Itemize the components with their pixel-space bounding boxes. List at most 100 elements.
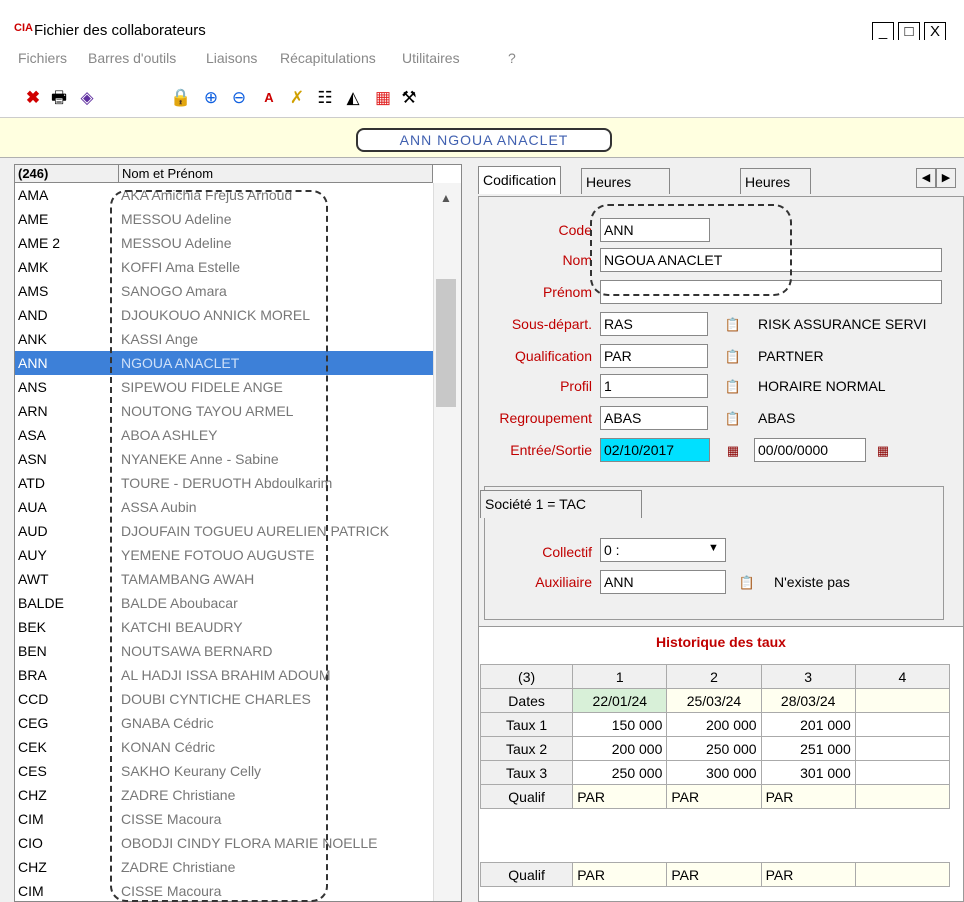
table-cell[interactable]: Taux 3 (479, 760, 574, 785)
menu-recapitulations[interactable]: Récapitulations (280, 50, 376, 66)
sous-depart-field[interactable]: RAS (600, 312, 708, 336)
sortie-date-field[interactable]: 00/00/0000 (754, 438, 866, 462)
table-row: Taux 1 150 000 200 000 201 000 (479, 712, 951, 737)
remove-circle-icon[interactable]: ⊖ (228, 87, 250, 109)
scroll-up-icon[interactable]: ▲ (440, 191, 452, 205)
list-name-header[interactable]: Nom et Prénom (119, 165, 433, 183)
book-icon[interactable]: ◈ (76, 87, 98, 109)
table-cell[interactable]: 25/03/24 (666, 688, 762, 713)
table-cell[interactable]: PAR (572, 862, 668, 887)
list-item-code: ATD (18, 475, 45, 491)
table-cell[interactable] (854, 760, 951, 785)
add-circle-icon[interactable]: ⊕ (200, 87, 222, 109)
table-cell[interactable]: Qualif (479, 784, 574, 809)
table-cell[interactable]: 2 (666, 664, 762, 689)
table-cell[interactable]: (3) (479, 664, 574, 689)
menu-liaisons[interactable]: Liaisons (206, 50, 257, 66)
table-cell[interactable]: 200 000 (666, 712, 762, 737)
menu-help[interactable]: ? (508, 50, 516, 66)
list-scrollbar[interactable]: ▲ (433, 183, 461, 901)
close-button[interactable]: X (924, 22, 946, 42)
minimize-button[interactable]: _ (872, 22, 894, 42)
lookup-icon[interactable]: 📋 (724, 316, 742, 334)
table-cell[interactable]: Taux 1 (479, 712, 574, 737)
sous-depart-label: Sous-départ. (511, 316, 592, 332)
table-cell[interactable]: PAR (760, 784, 856, 809)
lookup-icon[interactable]: 📋 (738, 574, 756, 592)
table-cell[interactable]: 200 000 (572, 736, 668, 761)
table-row: Taux 3 250 000 300 000 301 000 (479, 760, 951, 785)
auxiliaire-field[interactable]: ANN (600, 570, 726, 594)
menu-utilitaires[interactable]: Utilitaires (402, 50, 460, 66)
table-row: Taux 2 200 000 250 000 251 000 (479, 736, 951, 761)
list-item-code: AMK (18, 259, 49, 275)
table-cell[interactable]: 250 000 (572, 760, 668, 785)
list-item-code: AUY (18, 547, 47, 563)
chevron-down-icon[interactable]: ▼ (708, 542, 719, 554)
table-cell[interactable] (854, 712, 951, 737)
menu-barres-outils[interactable]: Barres d'outils (88, 50, 176, 66)
lock-icon[interactable]: 🔒 (170, 87, 192, 109)
table-cell[interactable]: 4 (854, 664, 951, 689)
print-icon[interactable]: 🖶 (48, 87, 70, 109)
table-cell[interactable]: Dates (479, 688, 574, 713)
lookup-icon[interactable]: 📋 (724, 410, 742, 428)
list-item-code: CEK (18, 739, 47, 755)
list-count-header[interactable]: (246) (15, 165, 119, 183)
list-item-code: CEG (18, 715, 49, 731)
table-cell[interactable]: PAR (666, 784, 762, 809)
table-cell[interactable]: Taux 2 (479, 736, 574, 761)
table-cell[interactable]: PAR (666, 862, 762, 887)
tools-icon[interactable]: ⚒ (398, 87, 420, 109)
table-cell[interactable]: Qualif (479, 862, 574, 887)
tab-heures-chargeables[interactable]: Heures Chargeables (581, 168, 671, 216)
tree-icon[interactable]: ☷ (314, 87, 336, 109)
nom-label: Nom (562, 252, 592, 268)
table-cell[interactable]: 28/03/24 (760, 688, 856, 713)
stack-icon[interactable]: ◭ (342, 87, 364, 109)
table-cell[interactable]: 3 (760, 664, 856, 689)
calendar-icon[interactable]: ▦ (874, 442, 892, 460)
lookup-icon[interactable]: 📋 (724, 348, 742, 366)
scrollbar-thumb[interactable] (436, 279, 456, 407)
tab-scroll-left-icon[interactable]: ◀ (916, 168, 936, 188)
regroupement-desc: ABAS (758, 410, 796, 426)
regroupement-field[interactable]: ABAS (600, 406, 708, 430)
title-bar: CIA Fichier des collaborateurs _ □ X (0, 0, 964, 42)
table-cell[interactable]: PAR (760, 862, 856, 887)
list-item-code: ASN (18, 451, 47, 467)
table-cell[interactable]: 251 000 (760, 736, 856, 761)
table-cell[interactable] (854, 688, 951, 713)
list-item-code: AMA (18, 187, 49, 203)
lookup-icon[interactable]: 📋 (724, 378, 742, 396)
qualification-field[interactable]: PAR (600, 344, 708, 368)
tab-societe[interactable]: Société 1 = TAC (480, 490, 642, 518)
table-cell[interactable] (854, 862, 951, 887)
redaction-outline (110, 190, 328, 902)
table-cell[interactable]: 300 000 (666, 760, 762, 785)
table-cell[interactable] (854, 736, 951, 761)
table-cell[interactable]: 1 (572, 664, 668, 689)
tab-codification[interactable]: Codification (478, 166, 562, 194)
list-item-code: CIM (18, 811, 44, 827)
table-cell[interactable] (854, 784, 951, 809)
table-cell[interactable]: 250 000 (666, 736, 762, 761)
maximize-button[interactable]: □ (898, 22, 920, 42)
table-cell[interactable]: 301 000 (760, 760, 856, 785)
list-item-code: BRA (18, 667, 47, 683)
font-icon[interactable]: A (258, 87, 280, 109)
tab-scroll-right-icon[interactable]: ▶ (936, 168, 956, 188)
calendar-icon[interactable]: ▦ (724, 442, 742, 460)
historique-extra-row: Qualif PAR PAR PAR (479, 862, 951, 887)
table-cell[interactable]: 22/01/24 (572, 688, 668, 713)
table-cell[interactable]: PAR (572, 784, 668, 809)
close-red-x-icon[interactable]: ✖ (22, 87, 44, 109)
table-cell[interactable]: 150 000 (572, 712, 668, 737)
grid-color-icon[interactable]: ▦ (372, 87, 394, 109)
table-cell[interactable]: 201 000 (760, 712, 856, 737)
entree-date-field[interactable]: 02/10/2017 (600, 438, 710, 462)
menu-fichiers[interactable]: Fichiers (18, 50, 67, 66)
profil-field[interactable]: 1 (600, 374, 708, 398)
cross-colors-icon[interactable]: ✗ (286, 87, 308, 109)
tab-heures-non-chargeables[interactable]: Heures non chargeabl (740, 168, 812, 242)
